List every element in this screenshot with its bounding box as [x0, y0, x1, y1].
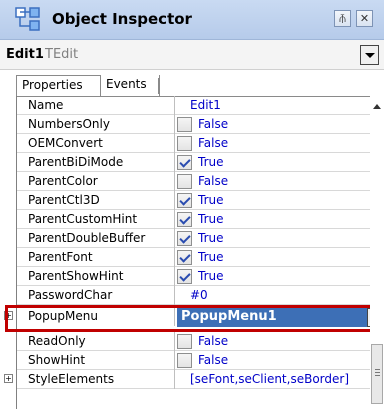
window-title: Object Inspector: [52, 10, 192, 28]
property-name: ParentFont: [28, 250, 93, 264]
property-name: StyleElements: [28, 372, 115, 386]
column-divider: [174, 210, 175, 229]
chevron-down-icon[interactable]: [360, 45, 379, 65]
property-row-parentfont[interactable]: ParentFont True: [17, 248, 384, 267]
column-divider: [174, 370, 175, 389]
property-value: False: [198, 334, 229, 348]
checkbox-checked[interactable]: [177, 231, 192, 246]
property-value: True: [198, 155, 224, 169]
checkbox[interactable]: [177, 353, 192, 368]
column-divider: [174, 267, 175, 286]
property-name: ParentDoubleBuffer: [28, 231, 146, 245]
property-value: True: [198, 250, 224, 264]
column-divider: [174, 229, 175, 248]
property-row-parentcolor[interactable]: ParentColor False: [17, 172, 384, 191]
property-name: ParentBiDiMode: [28, 155, 124, 169]
column-divider: [174, 286, 175, 305]
property-row-name[interactable]: Name Edit1: [17, 96, 384, 115]
property-value: True: [198, 193, 224, 207]
scroll-thumb[interactable]: [371, 344, 383, 404]
property-name: PasswordChar: [28, 288, 113, 302]
tab-properties[interactable]: Properties: [16, 75, 101, 96]
tab-separator: [158, 78, 159, 94]
tab-events[interactable]: Events: [101, 75, 160, 96]
property-name: OEMConvert: [28, 136, 103, 150]
column-divider: [174, 191, 175, 210]
checkbox[interactable]: [177, 117, 192, 132]
grip-line: [375, 372, 380, 373]
property-row-oemconvert[interactable]: OEMConvert False: [17, 134, 384, 153]
checkbox[interactable]: [177, 174, 192, 189]
property-value: True: [198, 231, 224, 245]
property-value: False: [198, 117, 229, 131]
column-divider: [174, 351, 175, 370]
column-divider: [174, 153, 175, 172]
checkbox-checked[interactable]: [177, 193, 192, 208]
checkbox-checked[interactable]: [177, 212, 192, 227]
property-value-editor[interactable]: PopupMenu1: [177, 308, 367, 327]
property-row-numbersonly[interactable]: NumbersOnly False: [17, 115, 384, 134]
property-value: False: [198, 174, 229, 188]
title-bar: Object Inspector ⫚ ✕: [0, 0, 384, 40]
property-value: True: [198, 269, 224, 283]
object-inspector-icon: [15, 7, 40, 31]
checkbox-checked[interactable]: [177, 155, 192, 170]
property-row-popupmenu[interactable]: + PopupMenu PopupMenu1: [4, 305, 384, 332]
property-value: False: [198, 136, 229, 150]
column-divider: [174, 307, 175, 326]
property-name: NumbersOnly: [28, 117, 110, 131]
plus-icon[interactable]: +: [4, 311, 13, 320]
property-row-styleelements[interactable]: + StyleElements [seFont,seClient,seBorde…: [4, 370, 384, 389]
row-gutter: +: [1, 307, 17, 326]
row-gutter: +: [1, 370, 17, 389]
column-divider: [174, 96, 175, 115]
column-divider: [174, 248, 175, 267]
property-name: ShowHint: [28, 353, 86, 367]
property-row-passwordchar[interactable]: PasswordChar #0: [17, 286, 384, 305]
property-row-parentcustomhint[interactable]: ParentCustomHint True: [17, 210, 384, 229]
component-name: Edit1: [6, 47, 44, 62]
property-name: ParentColor: [28, 174, 98, 188]
column-divider: [174, 332, 175, 351]
property-row-parentshowhint[interactable]: ParentShowHint True: [17, 267, 384, 286]
vertical-scrollbar[interactable]: [370, 96, 384, 409]
scroll-up-icon[interactable]: [373, 104, 381, 109]
property-row-parentctl3d[interactable]: ParentCtl3D True: [17, 191, 384, 210]
checkbox-checked[interactable]: [177, 250, 192, 265]
property-name: Name: [28, 98, 64, 112]
column-divider: [174, 172, 175, 191]
property-name: ParentShowHint: [28, 269, 124, 283]
property-value[interactable]: [seFont,seClient,seBorder]: [190, 372, 349, 386]
property-name: ReadOnly: [28, 334, 86, 348]
property-row-readonly[interactable]: ReadOnly False: [17, 332, 384, 351]
column-divider: [174, 134, 175, 153]
grip-line: [375, 369, 380, 370]
plus-icon[interactable]: +: [4, 374, 13, 383]
component-selector[interactable]: Edit1 TEdit: [0, 40, 384, 70]
pin-icon[interactable]: ⫚: [334, 10, 351, 27]
close-icon[interactable]: ✕: [356, 10, 373, 27]
property-value[interactable]: Edit1: [190, 98, 221, 112]
grip-line: [375, 375, 380, 376]
property-row-parentbidimode[interactable]: ParentBiDiMode True: [17, 153, 384, 172]
property-grid: Name Edit1 NumbersOnly False OEMConvert …: [4, 96, 384, 409]
property-row-showhint[interactable]: ShowHint False: [17, 351, 384, 370]
property-value: False: [198, 353, 229, 367]
property-value[interactable]: #0: [190, 288, 208, 302]
property-value: True: [198, 212, 224, 226]
component-type: TEdit: [45, 47, 79, 62]
checkbox-checked[interactable]: [177, 269, 192, 284]
property-name: ParentCtl3D: [28, 193, 100, 207]
property-row-parentdoublebuffer[interactable]: ParentDoubleBuffer True: [17, 229, 384, 248]
property-name: PopupMenu: [28, 309, 98, 323]
column-divider: [174, 115, 175, 134]
property-name: ParentCustomHint: [28, 212, 138, 226]
checkbox[interactable]: [177, 136, 192, 151]
checkbox[interactable]: [177, 334, 192, 349]
